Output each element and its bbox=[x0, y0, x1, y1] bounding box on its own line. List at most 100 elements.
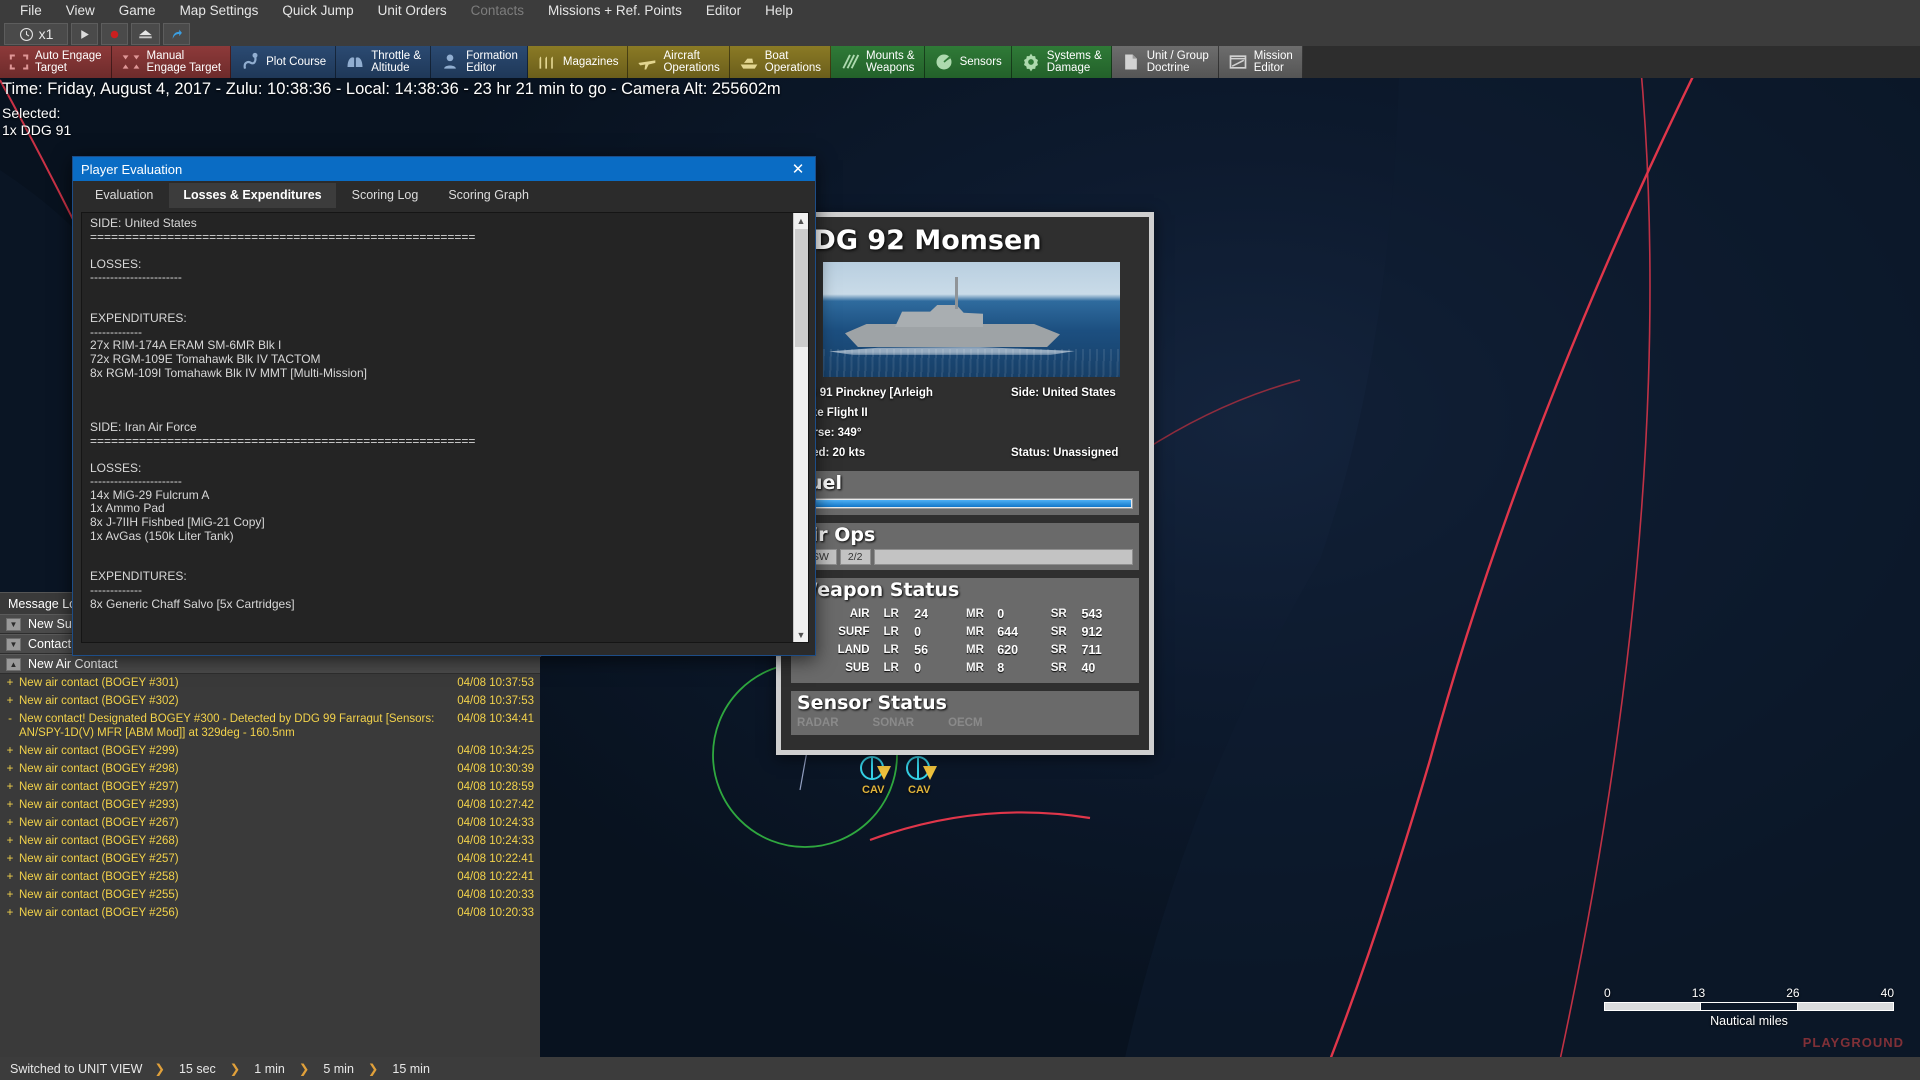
fuel-fill bbox=[799, 500, 1131, 507]
list-item[interactable]: - New contact! Designated BOGEY #300 - De… bbox=[0, 710, 540, 742]
table-row: SURF LR 0 MR 644 SR 912 bbox=[797, 623, 1133, 641]
clock-speed-button[interactable]: x1 bbox=[4, 23, 68, 45]
list-item[interactable]: + New air contact (BOGEY #257) 04/08 10:22… bbox=[0, 850, 540, 868]
manual-engage-target-button[interactable]: Manual Engage Target bbox=[111, 46, 232, 78]
entry-text: New air contact (BOGEY #302) bbox=[19, 695, 179, 707]
menu-bar: File View Game Map Settings Quick Jump U… bbox=[0, 0, 1920, 22]
sensor-status-row: RADAR SONAR OECM bbox=[791, 715, 1139, 735]
menu-item-game[interactable]: Game bbox=[107, 0, 168, 22]
list-item[interactable]: + New air contact (BOGEY #293) 04/08 10:27… bbox=[0, 796, 540, 814]
menu-item-quick-jump[interactable]: Quick Jump bbox=[270, 0, 365, 22]
mission-editor-button[interactable]: Mission Editor bbox=[1218, 46, 1303, 78]
menu-item-unit-orders[interactable]: Unit Orders bbox=[366, 0, 459, 22]
time-status-line: Time: Friday, August 4, 2017 - Zulu: 10:… bbox=[2, 80, 781, 98]
time-step-1-min[interactable]: 1 min bbox=[242, 1062, 297, 1076]
message-log-panel[interactable]: Message Log ▼ New Surface Contact ▼ Cont… bbox=[0, 592, 540, 1057]
table-row: SUB LR 0 MR 8 SR 40 bbox=[797, 659, 1133, 677]
message-log-entries[interactable]: + New air contact (BOGEY #301) 04/08 10:37… bbox=[0, 674, 540, 922]
scroll-up-icon[interactable]: ▲ bbox=[794, 213, 808, 228]
list-item[interactable]: + New air contact (BOGEY #298) 04/08 10:30… bbox=[0, 760, 540, 778]
weapon-mr-key: MR bbox=[966, 608, 984, 620]
player-evaluation-dialog[interactable]: Player Evaluation ✕ Evaluation Losses & … bbox=[72, 156, 816, 656]
weapon-sr-value: 40 bbox=[1081, 661, 1096, 675]
formation-editor-button[interactable]: Formation Editor bbox=[431, 46, 528, 78]
dialog-titlebar[interactable]: Player Evaluation ✕ bbox=[73, 157, 815, 181]
time-step-5-min[interactable]: 5 min bbox=[311, 1062, 366, 1076]
entry-sign: + bbox=[6, 763, 14, 775]
unit-info-panel[interactable]: DDG 92 Momsen DDG 91 Pinckney [Arleigh B… bbox=[776, 212, 1154, 755]
unit-status-label: Status: Unassigned bbox=[1011, 447, 1119, 459]
list-item[interactable]: + New air contact (BOGEY #258) 04/08 10:22… bbox=[0, 868, 540, 886]
list-item[interactable]: + New air contact (BOGEY #299) 04/08 10:34… bbox=[0, 742, 540, 760]
list-item[interactable]: + New air contact (BOGEY #268) 04/08 10:24… bbox=[0, 832, 540, 850]
weapon-sr-value: 543 bbox=[1081, 607, 1103, 621]
share-button[interactable] bbox=[163, 23, 190, 45]
dialog-title-text: Player Evaluation bbox=[81, 161, 183, 177]
tab-scoring-log[interactable]: Scoring Log bbox=[337, 183, 433, 208]
close-icon[interactable]: ✕ bbox=[781, 157, 815, 181]
list-item[interactable]: + New air contact (BOGEY #297) 04/08 10:28… bbox=[0, 778, 540, 796]
magazines-button[interactable]: Magazines bbox=[527, 46, 629, 78]
chevron-right-icon: ❯ bbox=[229, 1062, 241, 1076]
tab-losses-expenditures[interactable]: Losses & Expenditures bbox=[169, 183, 336, 208]
mounts-weapons-button[interactable]: Mounts & Weapons bbox=[831, 46, 925, 78]
map-label-cav-3: CAV bbox=[908, 784, 931, 796]
time-step-15-min[interactable]: 15 min bbox=[380, 1062, 442, 1076]
layers-button[interactable] bbox=[131, 23, 160, 45]
menu-item-map-settings[interactable]: Map Settings bbox=[168, 0, 271, 22]
weapon-sr-key: SR bbox=[1050, 662, 1067, 674]
entry-text: New air contact (BOGEY #268) bbox=[19, 835, 179, 847]
unit-group-doctrine-button[interactable]: Unit / Group Doctrine bbox=[1111, 46, 1219, 78]
weapon-mr-value: 0 bbox=[997, 607, 1005, 621]
entry-sign: + bbox=[6, 871, 14, 883]
tab-evaluation[interactable]: Evaluation bbox=[81, 183, 168, 208]
scroll-down-icon[interactable]: ▼ bbox=[794, 627, 808, 642]
entry-text: New air contact (BOGEY #258) bbox=[19, 871, 179, 883]
list-item[interactable]: + New air contact (BOGEY #302) 04/08 10:37… bbox=[0, 692, 540, 710]
list-item[interactable]: + New air contact (BOGEY #267) 04/08 10:24… bbox=[0, 814, 540, 832]
log-group-new-air-contact[interactable]: ▲ New Air Contact bbox=[0, 654, 540, 674]
menu-item-missions-ref-points[interactable]: Missions + Ref. Points bbox=[536, 0, 694, 22]
play-button[interactable] bbox=[71, 23, 98, 45]
aircraft-operations-button[interactable]: Aircraft Operations bbox=[628, 46, 730, 78]
table-row: AIR LR 24 MR 0 SR 543 bbox=[797, 605, 1133, 623]
throttle-icon bbox=[347, 57, 363, 67]
ship-hull bbox=[845, 324, 1060, 347]
list-item[interactable]: + New air contact (BOGEY #255) 04/08 10:20… bbox=[0, 886, 540, 904]
weapon-sr-key: SR bbox=[1050, 644, 1067, 656]
entry-sign: + bbox=[6, 835, 14, 847]
unit-meta-block: DDG 91 Pinckney [Arleigh Burke Flight II… bbox=[791, 383, 1139, 463]
entry-text: New contact! Designated BOGEY #300 - Det… bbox=[19, 713, 435, 739]
boat-operations-button[interactable]: Boat Operations bbox=[729, 46, 832, 78]
time-step-15-sec[interactable]: 15 sec bbox=[167, 1062, 228, 1076]
clock-icon bbox=[19, 27, 33, 41]
menu-item-file[interactable]: File bbox=[8, 0, 54, 22]
scale-caption: Nautical miles bbox=[1710, 1014, 1788, 1028]
entry-timestamp: 04/08 10:28:59 bbox=[457, 781, 534, 793]
auto-engage-target-button[interactable]: Auto Engage Target bbox=[0, 46, 112, 78]
record-button[interactable] bbox=[101, 23, 128, 45]
entry-timestamp: 04/08 10:30:39 bbox=[457, 763, 534, 775]
entry-sign: + bbox=[6, 853, 14, 865]
list-item[interactable]: + New air contact (BOGEY #256) 04/08 10:20… bbox=[0, 904, 540, 922]
menu-item-view[interactable]: View bbox=[54, 0, 107, 22]
list-item[interactable]: + New air contact (BOGEY #301) 04/08 10:37… bbox=[0, 674, 540, 692]
entry-sign: + bbox=[6, 907, 14, 919]
log-group-label: New Air Contact bbox=[28, 657, 118, 671]
sensors-button[interactable]: Sensors bbox=[924, 46, 1012, 78]
formation-icon bbox=[444, 54, 456, 69]
menu-item-editor[interactable]: Editor bbox=[694, 0, 753, 22]
air-ops-count[interactable]: 2/2 bbox=[839, 549, 871, 565]
route-icon bbox=[243, 52, 258, 69]
mission-editor-label: Mission Editor bbox=[1253, 50, 1293, 74]
entry-text: New air contact (BOGEY #298) bbox=[19, 763, 179, 775]
weapon-lr-value: 24 bbox=[914, 607, 929, 621]
throttle-altitude-button[interactable]: Throttle & Altitude bbox=[336, 46, 432, 78]
tab-scoring-graph[interactable]: Scoring Graph bbox=[434, 183, 543, 208]
menu-item-help[interactable]: Help bbox=[753, 0, 805, 22]
report-scrollbar[interactable]: ▲ ▼ bbox=[793, 213, 808, 642]
systems-damage-button[interactable]: Systems & Damage bbox=[1011, 46, 1112, 78]
plot-course-button[interactable]: Plot Course bbox=[231, 46, 337, 78]
entry-text: New air contact (BOGEY #256) bbox=[19, 907, 179, 919]
scrollbar-thumb[interactable] bbox=[795, 229, 808, 347]
